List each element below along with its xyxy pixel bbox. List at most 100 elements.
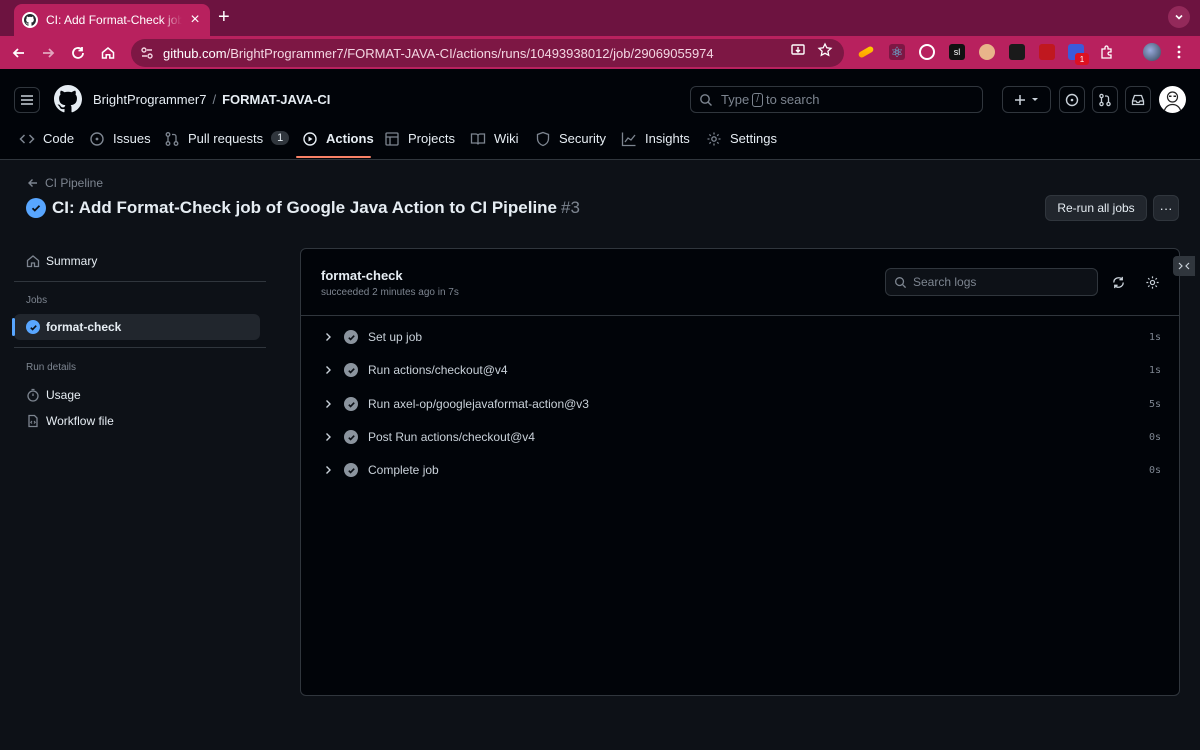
tab-code-label: Code — [43, 131, 75, 146]
pencil-extension-icon[interactable] — [857, 45, 875, 59]
collapse-panel-icon[interactable] — [1173, 256, 1195, 276]
sidebar-item-format-check[interactable]: format-check — [12, 314, 260, 340]
step-name: Run actions/checkout@v4 — [368, 363, 508, 377]
gear-icon[interactable] — [1144, 274, 1160, 290]
log-step[interactable]: Set up job 1s — [321, 324, 1161, 350]
tab-insights[interactable]: Insights — [621, 127, 690, 160]
tab-settings[interactable]: Settings — [706, 127, 777, 160]
tab-security-label: Security — [559, 131, 606, 146]
browser-tab[interactable]: CI: Add Format-Check job of Google Java … — [14, 4, 210, 36]
home-icon[interactable] — [97, 42, 119, 64]
chevron-right-icon — [321, 399, 335, 409]
search-icon — [699, 93, 713, 107]
back-to-workflow-link[interactable]: CI Pipeline — [27, 176, 103, 190]
breadcrumb-separator: / — [212, 92, 217, 107]
tab-title: CI: Add Format-Check job of Google Java … — [46, 13, 182, 27]
tab-settings-label: Settings — [730, 131, 777, 146]
close-tab-icon[interactable]: × — [188, 11, 202, 29]
tab-pull-requests[interactable]: Pull requests 1 — [164, 127, 290, 160]
issues-icon[interactable] — [1059, 86, 1085, 113]
tab-insights-label: Insights — [645, 131, 690, 146]
job-status: succeeded 2 minutes ago in 7s — [321, 287, 459, 298]
issue-icon — [89, 131, 105, 147]
reload-icon[interactable] — [67, 42, 89, 64]
graph-icon — [621, 131, 637, 147]
sl-extension-icon[interactable]: sl — [949, 44, 965, 60]
log-step[interactable]: Run actions/checkout@v4 1s — [321, 357, 1161, 383]
browser-menu-icon[interactable] — [1170, 43, 1188, 61]
sidebar-item-summary[interactable]: Summary — [14, 248, 260, 274]
tab-projects[interactable]: Projects — [384, 127, 455, 160]
log-step[interactable]: Complete job 0s — [321, 457, 1161, 483]
step-name: Complete job — [368, 463, 439, 477]
create-new-button[interactable] — [1002, 86, 1051, 113]
repo-breadcrumb: BrightProgrammer7 / FORMAT-JAVA-CI — [93, 92, 330, 107]
github-logo-icon[interactable] — [54, 85, 82, 113]
inbox-icon[interactable] — [1125, 86, 1151, 113]
run-details-heading: Run details — [26, 362, 77, 373]
summary-label: Summary — [46, 254, 98, 268]
tab-actions-label: Actions — [326, 131, 374, 146]
step-name: Post Run actions/checkout@v4 — [368, 430, 535, 444]
back-arrow-icon[interactable] — [8, 42, 30, 64]
hamburger-menu-icon[interactable] — [14, 87, 40, 113]
tab-issues[interactable]: Issues — [89, 127, 151, 160]
sidebar-divider — [14, 347, 266, 348]
step-success-check-icon — [344, 330, 358, 344]
react-devtools-extension-icon[interactable]: ⚛ — [889, 44, 905, 60]
repo-link[interactable]: FORMAT-JAVA-CI — [222, 92, 330, 107]
browser-toolbar: github.com/BrightProgrammer7/FORMAT-JAVA… — [0, 36, 1200, 69]
tab-search-chevron-icon[interactable] — [1168, 6, 1190, 28]
arrow-left-icon — [27, 177, 39, 189]
step-duration: 5s — [1148, 398, 1161, 410]
file-code-icon — [26, 414, 40, 428]
log-step[interactable]: Run axel-op/googlejavaformat-action@v3 5… — [321, 391, 1161, 417]
url-text: github.com/BrightProgrammer7/FORMAT-JAVA… — [163, 45, 714, 61]
search-logs-input[interactable]: Search logs — [885, 268, 1098, 296]
extension-badge: 1 — [1075, 53, 1089, 65]
search-hint-prefix: Type — [721, 92, 750, 107]
address-bar[interactable]: github.com/BrightProgrammer7/FORMAT-JAVA… — [131, 39, 844, 67]
target-extension-icon[interactable] — [919, 44, 935, 60]
job-name: format-check — [321, 268, 403, 283]
search-logs-placeholder: Search logs — [913, 275, 977, 289]
install-app-icon[interactable] — [789, 41, 807, 59]
user-avatar[interactable] — [1159, 86, 1186, 113]
owner-link[interactable]: BrightProgrammer7 — [93, 92, 206, 107]
rerun-all-jobs-button[interactable]: Re-run all jobs — [1045, 195, 1147, 221]
new-tab-button[interactable]: + — [218, 7, 230, 27]
step-success-check-icon — [344, 463, 358, 477]
forward-arrow-icon[interactable] — [37, 42, 59, 64]
extensions-puzzle-icon[interactable] — [1098, 43, 1116, 61]
refresh-icon[interactable] — [1110, 274, 1126, 290]
chevron-right-icon — [321, 332, 335, 342]
stopwatch-icon — [26, 388, 40, 402]
dark-extension-icon[interactable] — [1009, 44, 1025, 60]
sidebar-item-workflow-file[interactable]: Workflow file — [14, 408, 260, 434]
tab-wiki[interactable]: Wiki — [470, 127, 519, 160]
bookmark-star-icon[interactable] — [816, 41, 834, 59]
search-hint-suffix: to search — [765, 92, 820, 107]
success-check-icon — [26, 198, 46, 218]
play-icon — [302, 131, 318, 147]
active-tab-indicator — [296, 156, 371, 158]
red-extension-icon[interactable] — [1039, 44, 1055, 60]
tab-code[interactable]: Code — [19, 127, 74, 160]
github-header: BrightProgrammer7 / FORMAT-JAVA-CI Type / … — [0, 69, 1200, 160]
profile-avatar-icon[interactable] — [1143, 43, 1161, 61]
pull-requests-icon[interactable] — [1092, 86, 1118, 113]
job-label: format-check — [46, 320, 122, 334]
step-duration: 1s — [1148, 364, 1161, 376]
code-icon — [19, 131, 35, 147]
table-icon — [384, 131, 400, 147]
book-icon — [470, 131, 486, 147]
more-options-button[interactable]: ··· — [1153, 195, 1179, 221]
repo-nav: Code Issues Pull requests 1 Actions Proj… — [0, 127, 1200, 160]
face-extension-icon[interactable] — [979, 44, 995, 60]
search-input[interactable]: Type / to search — [690, 86, 983, 113]
sidebar-item-usage[interactable]: Usage — [14, 382, 260, 408]
tab-security[interactable]: Security — [535, 127, 606, 160]
back-link-label: CI Pipeline — [45, 176, 104, 190]
site-info-icon[interactable] — [139, 45, 155, 61]
log-step[interactable]: Post Run actions/checkout@v4 0s — [321, 424, 1161, 450]
